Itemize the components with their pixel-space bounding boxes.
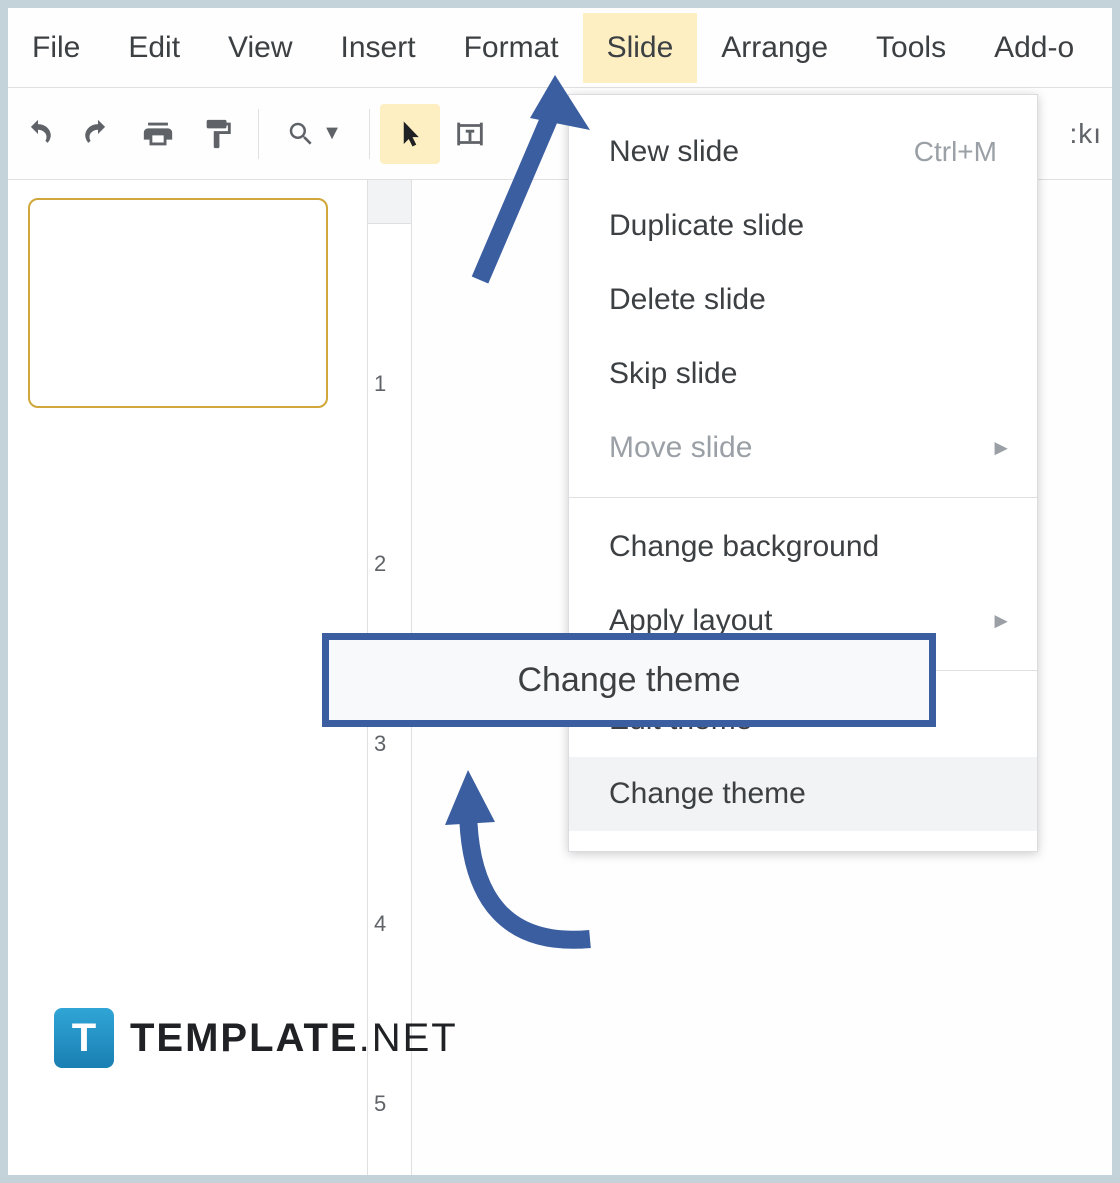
undo-icon [21, 117, 55, 151]
slide-menu-dropdown: New slide Ctrl+M Duplicate slide Delete … [568, 94, 1038, 852]
redo-button[interactable] [68, 104, 128, 164]
watermark: T TEMPLATE.NET [54, 1008, 458, 1068]
menu-tools[interactable]: Tools [852, 13, 970, 83]
ruler-label: 5 [374, 1091, 386, 1117]
watermark-text: TEMPLATE.NET [130, 1016, 458, 1061]
menu-view[interactable]: View [204, 13, 316, 83]
ruler-corner [368, 180, 411, 224]
dropdown-caret-icon: ▼ [322, 122, 342, 145]
cursor-icon [395, 119, 425, 149]
app-frame: File Edit View Insert Format Slide Arran… [8, 8, 1112, 1175]
ruler-label: 2 [374, 551, 386, 577]
zoom-button[interactable]: ▼ [269, 104, 359, 164]
menu-item-label: Duplicate slide [609, 209, 804, 243]
print-button[interactable] [128, 104, 188, 164]
menu-file[interactable]: File [8, 13, 104, 83]
slide-thumbnail[interactable] [28, 198, 328, 408]
undo-button[interactable] [8, 104, 68, 164]
menu-bar: File Edit View Insert Format Slide Arran… [8, 8, 1112, 88]
menu-item-duplicate-slide[interactable]: Duplicate slide [569, 189, 1037, 263]
menu-addons[interactable]: Add-o [970, 13, 1098, 83]
toolbar-cutoff-text: :kı [1069, 118, 1102, 150]
menu-item-change-background[interactable]: Change background [569, 510, 1037, 584]
menu-format[interactable]: Format [440, 13, 583, 83]
menu-item-label: Move slide [609, 431, 752, 465]
watermark-brand: TEMPLATE [130, 1016, 359, 1060]
menu-separator [569, 497, 1037, 498]
menu-edit[interactable]: Edit [104, 13, 204, 83]
textbox-icon [453, 117, 487, 151]
paint-format-button[interactable] [188, 104, 248, 164]
menu-item-skip-slide[interactable]: Skip slide [569, 337, 1037, 411]
watermark-suffix: .NET [359, 1016, 458, 1060]
textbox-tool-button[interactable] [440, 104, 500, 164]
toolbar-separator [258, 109, 259, 159]
toolbar-separator [369, 109, 370, 159]
ruler-label: 3 [374, 731, 386, 757]
annotation-callout-label: Change theme [517, 661, 740, 700]
menu-slide[interactable]: Slide [583, 13, 698, 83]
redo-icon [81, 117, 115, 151]
menu-item-label: New slide [609, 135, 739, 169]
submenu-arrow-icon: ► [990, 435, 1012, 461]
select-tool-button[interactable] [380, 104, 440, 164]
menu-item-delete-slide[interactable]: Delete slide [569, 263, 1037, 337]
print-icon [141, 117, 175, 151]
menu-item-move-slide: Move slide ► [569, 411, 1037, 485]
zoom-icon [286, 119, 316, 149]
menu-arrange[interactable]: Arrange [697, 13, 852, 83]
ruler-label: 1 [374, 371, 386, 397]
menu-item-shortcut: Ctrl+M [914, 136, 997, 168]
submenu-arrow-icon: ► [990, 608, 1012, 634]
menu-item-label: Skip slide [609, 357, 737, 391]
annotation-callout-box: Change theme [322, 633, 936, 727]
menu-item-new-slide[interactable]: New slide Ctrl+M [569, 115, 1037, 189]
menu-insert[interactable]: Insert [317, 13, 440, 83]
menu-item-label: Change background [609, 530, 879, 564]
ruler-label: 4 [374, 911, 386, 937]
menu-item-change-theme[interactable]: Change theme [569, 757, 1037, 831]
menu-item-label: Delete slide [609, 283, 766, 317]
menu-item-label: Change theme [609, 777, 806, 811]
watermark-icon: T [54, 1008, 114, 1068]
paint-roller-icon [201, 117, 235, 151]
